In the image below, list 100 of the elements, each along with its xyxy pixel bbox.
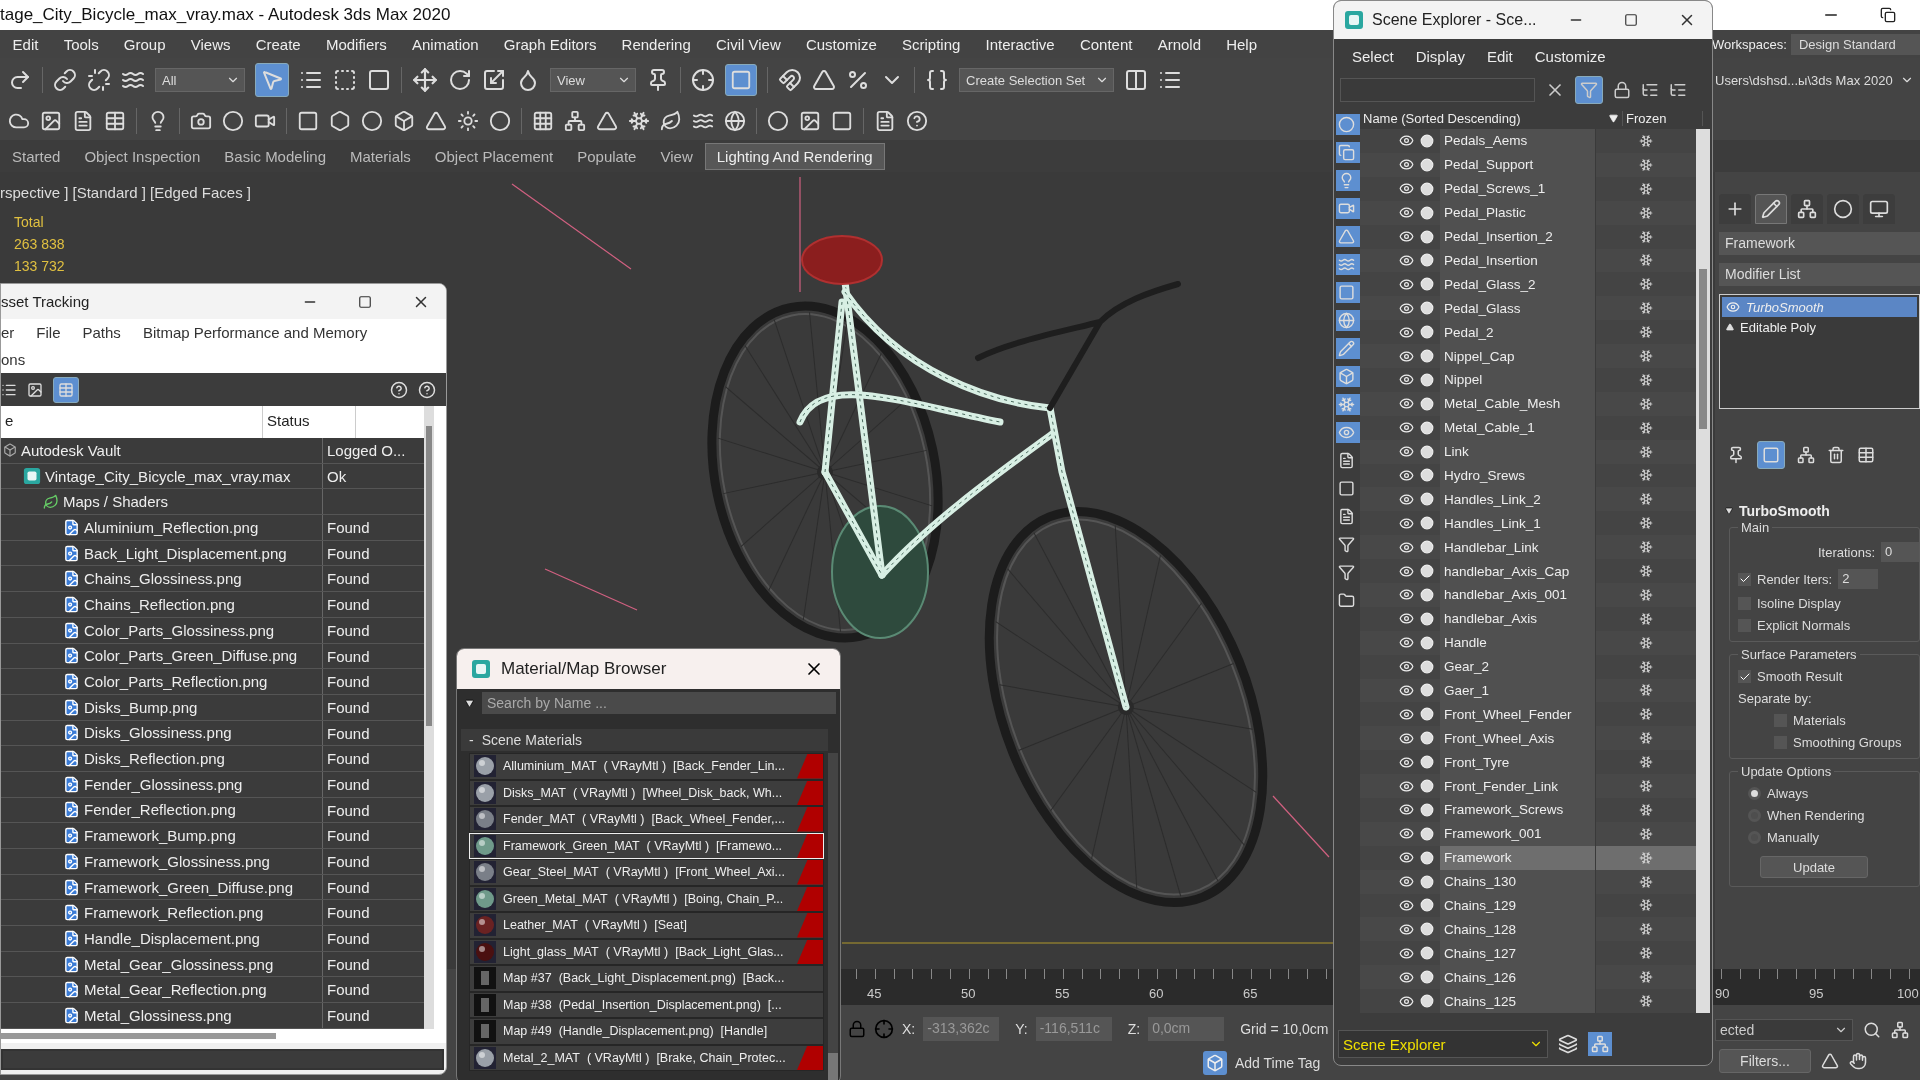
material-list-item[interactable]: Fender_MAT ( VRayMtl ) [Back_Wheel_Fender,... [469,806,824,833]
column-header[interactable]: e [1,406,263,438]
scene-object-row[interactable]: Hydro_Srews [1360,463,1696,488]
snowflake-icon[interactable] [1639,444,1653,459]
eye-icon[interactable] [1399,587,1414,603]
command-panel-tab[interactable] [1791,194,1823,224]
scene-object-row[interactable]: Handlebar_Link [1360,535,1696,560]
table-icon[interactable] [104,110,126,132]
ribbon-tab[interactable]: Populate [565,142,649,170]
asset-row[interactable]: Color_Parts_Glossiness.png Found [1,617,424,644]
menu-item[interactable]: Group [111,35,179,53]
snowflake-icon[interactable] [1639,779,1653,794]
scene-object-row[interactable]: Pedal_Insertion [1360,248,1696,273]
snap-icon[interactable] [778,68,802,92]
sphere-icon[interactable] [767,110,789,132]
snowflake-icon[interactable] [1639,229,1653,244]
scene-object-row[interactable]: Nippel [1360,367,1696,392]
scene-object-row[interactable]: Pedal_Glass_2 [1360,272,1696,297]
snowflake-icon[interactable] [1639,922,1653,937]
menu-item[interactable]: Select [1352,47,1394,65]
globe-icon[interactable] [724,110,746,132]
restore-icon[interactable] [1880,7,1896,23]
help-icon[interactable] [390,380,408,399]
checkbox[interactable] [1738,670,1751,683]
move-icon[interactable] [412,67,438,93]
eye-icon[interactable] [1399,563,1414,579]
explorer-dropdown[interactable]: Scene Explorer [1338,1030,1548,1058]
asset-row[interactable]: Color_Parts_Green_Diffuse.png Found [1,643,424,670]
help-icon[interactable] [906,110,928,132]
eye-icon[interactable] [1399,491,1414,507]
menu-item[interactable]: Create [243,35,314,53]
eye-icon[interactable] [1399,945,1414,961]
eye-icon[interactable] [1399,969,1414,985]
group-header[interactable]: - Scene Materials [461,729,828,751]
asset-row[interactable]: Metal_Glossiness.png Found [1,1003,424,1029]
menu-item[interactable]: Bitmap Performance and Memory [142,324,368,341]
snowflake-icon[interactable] [1639,468,1653,483]
snowflake-icon[interactable] [1639,349,1653,363]
asset-row[interactable]: Disks_Reflection.png Found [1,746,424,772]
selection-dropdown[interactable]: ected [1715,1019,1853,1041]
scene-object-row[interactable]: Chains_127 [1360,941,1696,966]
dropdown-icon[interactable] [465,698,474,708]
filters-button[interactable]: Filters... [1719,1049,1811,1073]
scale-icon[interactable] [482,68,506,92]
snowflake-icon[interactable] [1639,516,1653,531]
material-list-item[interactable]: Framework_Green_MAT ( VRayMtl ) [Framewo... [469,832,824,859]
material-list-item[interactable]: Map #38 (Pedal_Insertion_Displacement.png) [... [469,991,824,1018]
folder-icon[interactable] [1338,592,1355,609]
asset-row[interactable]: Back_Light_Displacement.png Found [1,540,424,567]
eye-icon[interactable] [1399,921,1414,937]
timeline-ruler[interactable]: 45 50 55 60 65 [841,969,1333,1005]
scene-object-row[interactable]: Link [1360,439,1696,464]
eye-icon[interactable] [1399,444,1414,460]
snowflake-icon[interactable] [1639,181,1653,196]
asset-row[interactable]: Framework_Reflection.png Found [1,900,424,927]
grid-icon[interactable] [532,110,554,132]
asset-row[interactable]: Framework_Bump.png Found [1,823,424,849]
eye-icon[interactable] [1399,396,1414,412]
scene-object-row[interactable]: Gaer_1 [1360,678,1696,703]
scene-object-row[interactable]: Chains_126 [1360,965,1696,990]
asset-row[interactable]: Autodesk Vault Logged O... [1,438,424,464]
scrollbar-thumb[interactable] [1699,269,1707,430]
redo-icon[interactable] [8,68,32,92]
square-icon[interactable] [1338,480,1355,497]
eye-icon[interactable] [1399,515,1414,531]
modifier-list-dropdown[interactable]: Modifier List [1719,263,1920,286]
menu-item[interactable]: Customize [1534,47,1606,65]
snowflake-icon[interactable] [1639,420,1653,435]
command-panel-tab[interactable] [1719,194,1751,224]
menu-item[interactable]: Tools [51,35,112,53]
selection-filter-dropdown[interactable]: All [155,68,245,92]
snowflake-icon[interactable] [1639,635,1653,650]
eye-icon[interactable] [1399,133,1414,149]
eye-icon[interactable] [1399,300,1414,316]
eye-icon[interactable] [1399,539,1414,555]
square-icon[interactable] [297,110,319,132]
document-icon[interactable] [874,110,896,132]
snowflake-icon[interactable] [1639,611,1653,626]
snowflake-icon[interactable] [1639,970,1653,985]
snowflake-icon[interactable] [1639,157,1653,172]
ribbon-tab[interactable]: Materials [338,142,423,170]
ribbon-tab[interactable]: Started [0,142,73,170]
document-icon[interactable] [1338,508,1355,525]
snowflake-icon[interactable] [1639,277,1653,292]
snowflake-icon[interactable] [1639,826,1653,841]
scene-object-row[interactable]: Pedal_Insertion_2 [1360,224,1696,249]
asset-row[interactable]: Framework_Green_Diffuse.png Found [1,874,424,901]
pin-icon[interactable] [1727,446,1745,464]
project-path-dropdown[interactable]: Users\dshsd...ы\3ds Max 2020 [1715,72,1920,88]
scene-object-row[interactable]: Metal_Cable_1 [1360,415,1696,440]
link-icon[interactable] [53,68,77,92]
ribbon-tab[interactable]: Basic Modeling [212,142,338,170]
snowflake-icon[interactable] [1639,802,1653,817]
material-list-item[interactable]: Light_glass_MAT ( VRayMtl ) [Back_Light_Glas... [469,938,824,965]
ribbon-tab[interactable]: Object Placement [422,142,566,170]
modifier-stack-item[interactable]: Editable Poly [1722,317,1917,337]
layers-icon[interactable] [1558,1034,1578,1054]
asset-row[interactable]: Disks_Bump.png Found [1,694,424,721]
eye-icon[interactable] [1399,276,1414,292]
asset-row[interactable]: Chains_Glossiness.png Found [1,566,424,593]
